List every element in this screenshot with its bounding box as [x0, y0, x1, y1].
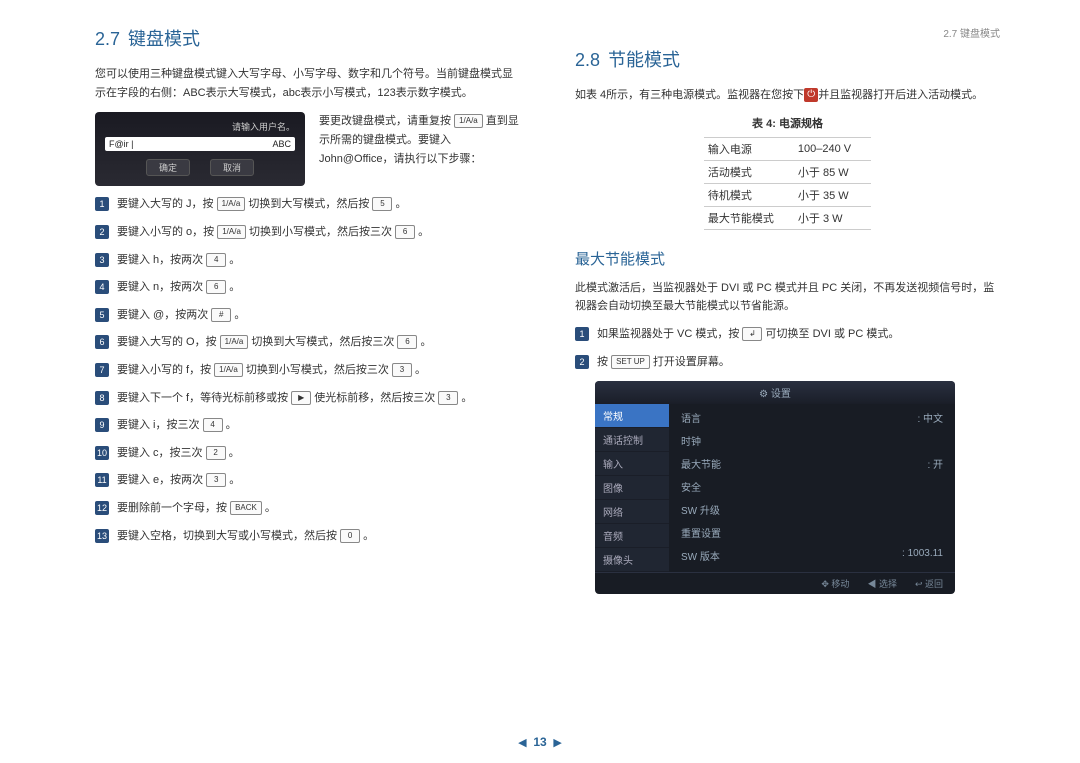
table-row: 输入电源100–240 V	[704, 137, 871, 160]
right-column: 2.7 键盘模式 2.8节能模式 如表 4所示，有三种电源模式。监视器在您按下⏻…	[575, 25, 1000, 594]
max-saving-para: 此模式激活后，当监视器处于 DVI 或 PC 模式并且 PC 关闭，不再发送视频…	[575, 279, 1000, 316]
step-item: 要键入小写的 f，按 1/A/a 切换到小写模式，然后按三次 3 。	[95, 362, 520, 380]
running-header: 2.7 键盘模式	[575, 25, 1000, 40]
s28-step-list: 如果监视器处于 VC 模式，按 ↲ 可切换至 DVI 或 PC 模式。按 SET…	[575, 326, 1000, 371]
s27-intro2: 要更改键盘模式，请重复按 1/A/a 直到显示所需的键盘模式。要键入 John@…	[319, 112, 520, 168]
step-item: 要键入下一个 f，等待光标前移或按 ▶ 使光标前移，然后按三次 3 。	[95, 390, 520, 408]
mode-key-icon: 1/A/a	[454, 114, 483, 128]
footer-hint: ↩ 返回	[915, 577, 943, 590]
settings-item: 语言: 中文	[669, 406, 955, 429]
sidebar-item: 图像	[595, 476, 669, 500]
key-icon: SET UP	[611, 355, 650, 369]
settings-main: 语言: 中文时钟最大节能: 开安全SW 升级重置设置SW 版本: 1003.11	[669, 404, 955, 572]
section-2-7-heading: 2.7键盘模式	[95, 25, 520, 51]
step-item: 要键入 c，按三次 2 。	[95, 445, 520, 463]
s27-intro: 您可以使用三种键盘模式键入大写字母、小写字母、数字和几个符号。当前键盘模式显示在…	[95, 65, 520, 102]
key-icon: 6	[397, 335, 417, 349]
table-row: 最大节能模式小于 3 W	[704, 206, 871, 229]
settings-sidebar: 常规通话控制输入图像网络音频摄像头	[595, 404, 669, 572]
key-icon: 6	[206, 280, 226, 294]
table-row: 活动模式小于 85 W	[704, 160, 871, 183]
settings-item: 最大节能: 开	[669, 452, 955, 475]
key-icon: ↲	[742, 327, 762, 341]
key-icon: 4	[203, 418, 223, 432]
key-icon: BACK	[230, 501, 262, 515]
key-icon: 5	[372, 197, 392, 211]
next-page-icon[interactable]: ▶	[553, 737, 561, 749]
login-cancel-button: 取消	[210, 159, 254, 176]
key-icon: 1/A/a	[217, 225, 246, 239]
step-item: 要键入小写的 o，按 1/A/a 切换到小写模式，然后按三次 6 。	[95, 224, 520, 242]
key-icon: 1/A/a	[217, 197, 246, 211]
step-item: 如果监视器处于 VC 模式，按 ↲ 可切换至 DVI 或 PC 模式。	[575, 326, 1000, 344]
max-saving-heading: 最大节能模式	[575, 248, 1000, 269]
table-caption: 表 4: 电源规格	[575, 115, 1000, 131]
key-icon: 2	[206, 446, 226, 460]
key-icon: 3	[206, 473, 226, 487]
login-ok-button: 确定	[146, 159, 190, 176]
login-input: F@ir |ABC	[105, 137, 295, 151]
sidebar-item: 常规	[595, 404, 669, 428]
login-prompt: 请输入用户名。	[105, 120, 295, 133]
step-item: 要键入 i，按三次 4 。	[95, 417, 520, 435]
power-spec-table: 输入电源100–240 V活动模式小于 85 W待机模式小于 35 W最大节能模…	[704, 137, 871, 230]
key-icon: 3	[438, 391, 458, 405]
settings-item: SW 升级	[669, 498, 955, 521]
sidebar-item: 音频	[595, 524, 669, 548]
step-item: 按 SET UP 打开设置屏幕。	[575, 354, 1000, 372]
step-item: 要键入 e，按两次 3 。	[95, 472, 520, 490]
key-icon: 6	[395, 225, 415, 239]
settings-screenshot: ⚙ 设置 常规通话控制输入图像网络音频摄像头 语言: 中文时钟最大节能: 开安全…	[595, 381, 955, 594]
sidebar-item: 通话控制	[595, 428, 669, 452]
settings-item: 安全	[669, 475, 955, 498]
left-column: 2.7键盘模式 您可以使用三种键盘模式键入大写字母、小写字母、数字和几个符号。当…	[95, 25, 520, 594]
page-number: 13	[533, 735, 546, 749]
section-2-8-heading: 2.8节能模式	[575, 46, 1000, 72]
footer-hint: ✥ 移动	[821, 577, 849, 590]
step-item: 要键入 n，按两次 6 。	[95, 279, 520, 297]
prev-page-icon[interactable]: ◀	[518, 737, 526, 749]
key-icon: ▶	[291, 391, 311, 405]
sidebar-item: 网络	[595, 500, 669, 524]
settings-item: SW 版本: 1003.11	[669, 544, 955, 567]
settings-footer: ✥ 移动 ◀ 选择 ↩ 返回	[595, 572, 955, 594]
settings-item: 时钟	[669, 429, 955, 452]
step-item: 要键入 h，按两次 4 。	[95, 252, 520, 270]
settings-item: 重置设置	[669, 521, 955, 544]
step-item: 要键入大写的 J，按 1/A/a 切换到大写模式，然后按 5 。	[95, 196, 520, 214]
power-icon: ⏻	[804, 88, 818, 102]
table-row: 待机模式小于 35 W	[704, 183, 871, 206]
sidebar-item: 输入	[595, 452, 669, 476]
login-screenshot: 请输入用户名。 F@ir |ABC 确定 取消	[95, 112, 305, 186]
step-item: 要键入 @，按两次 # 。	[95, 307, 520, 325]
footer-hint: ◀ 选择	[867, 577, 897, 590]
step-item: 要键入空格，切换到大写或小写模式，然后按 0 。	[95, 528, 520, 546]
s27-step-list: 要键入大写的 J，按 1/A/a 切换到大写模式，然后按 5 。要键入小写的 o…	[95, 196, 520, 545]
page-navigation: ◀ 13 ▶	[0, 735, 1080, 749]
key-icon: 1/A/a	[214, 363, 243, 377]
step-item: 要键入大写的 O，按 1/A/a 切换到大写模式，然后按三次 6 。	[95, 334, 520, 352]
key-icon: 3	[392, 363, 412, 377]
settings-title: ⚙ 设置	[595, 381, 955, 404]
sidebar-item: 摄像头	[595, 548, 669, 572]
step-item: 要删除前一个字母，按 BACK 。	[95, 500, 520, 518]
key-icon: #	[211, 308, 231, 322]
key-icon: 0	[340, 529, 360, 543]
key-icon: 4	[206, 253, 226, 267]
s28-intro: 如表 4所示，有三种电源模式。监视器在您按下⏻并且监视器打开后进入活动模式。	[575, 86, 1000, 105]
key-icon: 1/A/a	[220, 335, 249, 349]
